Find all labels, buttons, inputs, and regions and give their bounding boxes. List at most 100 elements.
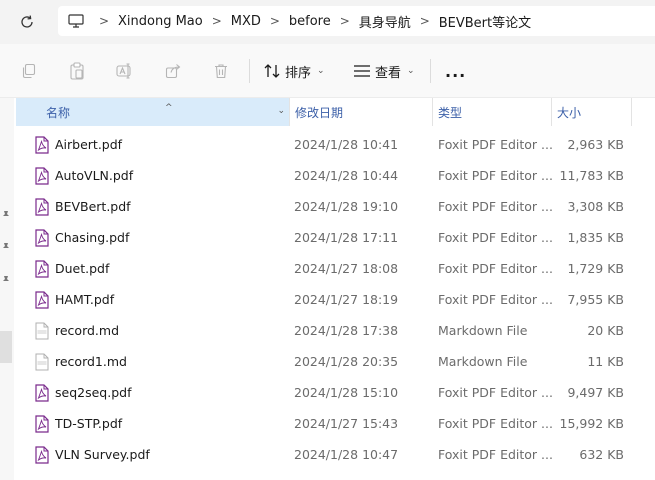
share-button[interactable] bbox=[162, 60, 184, 82]
file-row[interactable]: record.md 2024/1/28 17:38 Markdown File 20 … bbox=[16, 315, 655, 346]
column-name-label: 名称 bbox=[46, 105, 71, 120]
command-bar: 排序 ⌄ 查看 ⌄ ... bbox=[0, 44, 655, 98]
file-list: Airbert.pdf 2024/1/28 10:41 Foxit PDF Edit… bbox=[16, 129, 655, 470]
file-name-cell[interactable]: AutoVLN.pdf bbox=[34, 160, 284, 191]
breadcrumb-chevron-icon[interactable]: > bbox=[331, 14, 359, 28]
paste-button[interactable] bbox=[66, 60, 88, 82]
file-row[interactable]: Chasing.pdf 2024/1/28 17:11 Foxit PDF Edit… bbox=[16, 222, 655, 253]
sort-label: 排序 bbox=[285, 65, 312, 81]
file-name: HAMT.pdf bbox=[55, 292, 115, 307]
view-button[interactable]: 查看 ⌄ bbox=[353, 58, 415, 84]
pdf-icon bbox=[35, 166, 49, 185]
copy-icon bbox=[22, 63, 36, 79]
breadcrumb-item-before[interactable]: before bbox=[289, 14, 331, 29]
this-pc-icon[interactable] bbox=[68, 14, 90, 28]
refresh-button[interactable] bbox=[15, 10, 39, 34]
file-name: record1.md bbox=[55, 354, 127, 369]
column-header-date[interactable]: 修改日期 bbox=[289, 98, 432, 126]
file-date: 2024/1/28 15:10 bbox=[294, 385, 399, 400]
file-row[interactable]: AutoVLN.pdf 2024/1/28 10:44 Foxit PDF Edit… bbox=[16, 160, 655, 191]
column-header-name[interactable]: 名称 ⌄ bbox=[16, 98, 289, 126]
file-name-cell[interactable]: HAMT.pdf bbox=[34, 284, 284, 315]
file-type: Foxit PDF Editor ... bbox=[438, 261, 553, 276]
navigation-pane-edge bbox=[0, 98, 14, 480]
delete-button[interactable] bbox=[210, 60, 232, 82]
file-row[interactable]: seq2seq.pdf 2024/1/28 15:10 Foxit PDF Edit… bbox=[16, 377, 655, 408]
breadcrumb-item-xindong-mao[interactable]: Xindong Mao bbox=[118, 14, 203, 29]
share-icon bbox=[165, 64, 181, 79]
file-name-cell[interactable]: seq2seq.pdf bbox=[34, 377, 284, 408]
copy-button[interactable] bbox=[18, 60, 40, 82]
file-size: 11 KB bbox=[587, 354, 624, 369]
file-row[interactable]: record1.md 2024/1/28 20:35 Markdown File 11… bbox=[16, 346, 655, 377]
column-divider[interactable] bbox=[631, 98, 632, 126]
address-bar-row: > Xindong Mao > MXD > before > 具身导航 > BE… bbox=[0, 0, 655, 44]
file-type: Foxit PDF Editor ... bbox=[438, 447, 553, 462]
file-date: 2024/1/28 10:44 bbox=[294, 168, 399, 183]
pin-icon[interactable] bbox=[1, 210, 13, 222]
breadcrumb-chevron-icon[interactable]: > bbox=[411, 14, 439, 28]
chevron-down-icon: ⌄ bbox=[407, 66, 415, 76]
file-date: 2024/1/28 17:38 bbox=[294, 323, 399, 338]
file-name-cell[interactable]: VLN Survey.pdf bbox=[34, 439, 284, 470]
file-type: Foxit PDF Editor ... bbox=[438, 385, 553, 400]
file-type: Markdown File bbox=[438, 354, 528, 369]
sort-ascending-caret-icon: ^ bbox=[165, 103, 173, 113]
file-size: 15,992 KB bbox=[559, 416, 624, 431]
file-name-cell[interactable]: TD-STP.pdf bbox=[34, 408, 284, 439]
file-type: Markdown File bbox=[438, 323, 528, 338]
file-date: 2024/1/28 20:35 bbox=[294, 354, 399, 369]
rename-icon bbox=[116, 63, 131, 79]
file-date: 2024/1/27 18:19 bbox=[294, 292, 399, 307]
view-label: 查看 bbox=[375, 65, 402, 81]
file-name: Duet.pdf bbox=[55, 261, 110, 276]
file-name-cell[interactable]: Airbert.pdf bbox=[34, 129, 284, 160]
column-header-type[interactable]: 类型 bbox=[432, 98, 551, 126]
file-name: Chasing.pdf bbox=[55, 230, 130, 245]
toolbar-divider bbox=[430, 59, 431, 83]
pin-icon[interactable] bbox=[1, 275, 13, 287]
view-list-icon bbox=[354, 65, 370, 77]
file-row[interactable]: HAMT.pdf 2024/1/27 18:19 Foxit PDF Editor … bbox=[16, 284, 655, 315]
file-size: 9,497 KB bbox=[567, 385, 624, 400]
pdf-icon bbox=[35, 228, 49, 247]
file-name: Airbert.pdf bbox=[55, 137, 123, 152]
chevron-down-icon[interactable]: ⌄ bbox=[277, 106, 285, 116]
file-row[interactable]: BEVBert.pdf 2024/1/28 19:10 Foxit PDF Edit… bbox=[16, 191, 655, 222]
more-options-button[interactable]: ... bbox=[445, 58, 466, 84]
md-file-icon bbox=[35, 322, 49, 339]
breadcrumb-item-embodied-nav[interactable]: 具身导航 bbox=[359, 12, 411, 31]
breadcrumb-chevron-icon[interactable]: > bbox=[261, 14, 289, 28]
file-type: Foxit PDF Editor ... bbox=[438, 416, 553, 431]
breadcrumb-item-current-folder[interactable]: BEVBert等论文 bbox=[439, 12, 531, 31]
column-header: 名称 ⌄ ^ 修改日期 类型 大小 bbox=[16, 98, 655, 126]
pdf-icon bbox=[35, 135, 49, 154]
pin-icon[interactable] bbox=[1, 242, 13, 254]
breadcrumb-chevron-icon[interactable]: > bbox=[203, 14, 231, 28]
file-size: 11,783 KB bbox=[559, 168, 624, 183]
file-type: Foxit PDF Editor ... bbox=[438, 292, 553, 307]
file-name-cell[interactable]: Chasing.pdf bbox=[34, 222, 284, 253]
file-row[interactable]: Airbert.pdf 2024/1/28 10:41 Foxit PDF Edit… bbox=[16, 129, 655, 160]
file-name-cell[interactable]: BEVBert.pdf bbox=[34, 191, 284, 222]
paste-icon bbox=[70, 62, 84, 80]
file-row[interactable]: TD-STP.pdf 2024/1/27 15:43 Foxit PDF Edito… bbox=[16, 408, 655, 439]
pdf-icon bbox=[35, 414, 49, 433]
sort-button[interactable]: 排序 ⌄ bbox=[263, 58, 325, 84]
address-box[interactable]: > Xindong Mao > MXD > before > 具身导航 > BE… bbox=[58, 6, 655, 36]
file-name-cell[interactable]: record1.md bbox=[34, 346, 284, 377]
rename-button[interactable] bbox=[114, 60, 136, 82]
pdf-icon bbox=[35, 290, 49, 309]
breadcrumb-item-mxd[interactable]: MXD bbox=[231, 14, 261, 29]
file-row[interactable]: VLN Survey.pdf 2024/1/28 10:47 Foxit PDF E… bbox=[16, 439, 655, 470]
column-header-size[interactable]: 大小 bbox=[551, 98, 631, 126]
file-size: 1,729 KB bbox=[567, 261, 624, 276]
file-name-cell[interactable]: Duet.pdf bbox=[34, 253, 284, 284]
file-name: seq2seq.pdf bbox=[55, 385, 132, 400]
breadcrumb-chevron-icon[interactable]: > bbox=[90, 14, 118, 28]
file-size: 1,835 KB bbox=[567, 230, 624, 245]
refresh-icon bbox=[21, 15, 33, 28]
pdf-icon bbox=[35, 197, 49, 216]
file-name-cell[interactable]: record.md bbox=[34, 315, 284, 346]
file-row[interactable]: Duet.pdf 2024/1/27 18:08 Foxit PDF Editor … bbox=[16, 253, 655, 284]
